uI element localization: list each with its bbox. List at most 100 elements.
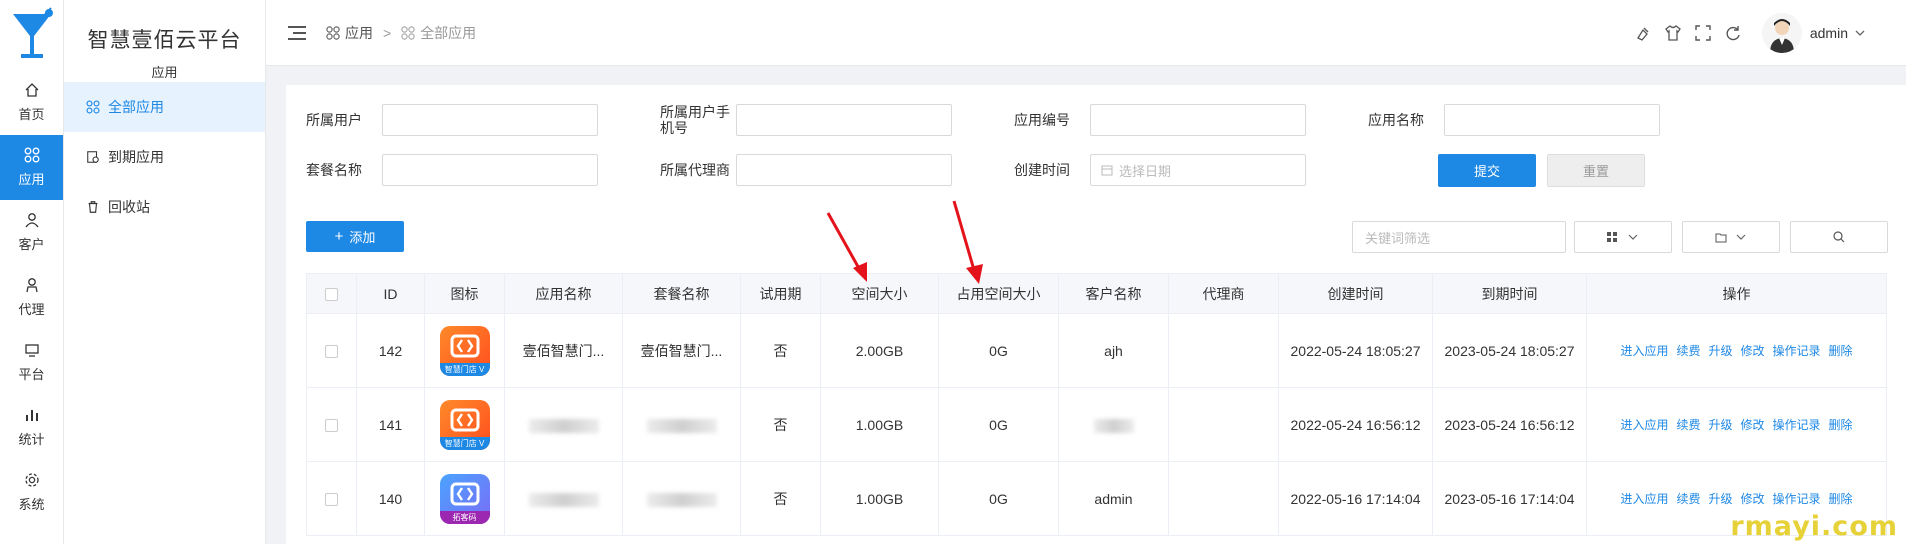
cell-app-name [504,387,623,462]
rail-item-label: 平台 [18,367,45,382]
date-picker-input[interactable]: 选择日期 [1090,154,1306,186]
col-app-name: 应用名称 [504,273,623,314]
table-row: 142 智慧门店 V 壹佰智慧门... 壹佰智慧门... 否 2.00GB 0G ajh 202… [306,313,1887,388]
action-link-2[interactable]: 升级 [1708,418,1732,432]
action-link-0[interactable]: 进入应用 [1620,344,1668,358]
owner-phone-input[interactable] [736,104,952,136]
cell-id: 141 [356,387,425,462]
action-link-1[interactable]: 续费 [1676,344,1700,358]
app-no-input[interactable] [1090,104,1306,136]
cell-space: 1.00GB [820,387,939,462]
shirt-icon[interactable] [1664,24,1682,42]
col-created[interactable]: 创建时间 [1278,273,1433,314]
gear-icon [24,473,39,487]
columns-dropdown-button[interactable] [1574,221,1672,253]
grid-icon [1607,232,1617,242]
cell-used-space: 0G [938,387,1059,462]
cell-id: 142 [356,313,425,388]
rail-item-4[interactable]: 平台 [0,330,63,395]
rail-item-0[interactable]: 首页 [0,70,63,135]
filter-row-2: 套餐名称 所属代理商 创建时间 选择日期 提交 重置 [286,152,1645,188]
apps-icon [401,25,415,40]
cell-space: 2.00GB [820,313,939,388]
col-id[interactable]: ID [356,273,425,314]
export-dropdown-button[interactable] [1682,221,1780,253]
action-link-3[interactable]: 修改 [1741,344,1765,358]
app-logo-icon: 智慧门店 V [439,399,490,450]
action-link-3[interactable]: 修改 [1741,418,1765,432]
plan-name-input[interactable] [382,154,598,186]
brush-icon[interactable] [1634,24,1652,42]
icon-rail: 首页 应用客户代理平台统计系统 [0,0,64,544]
redacted-block [528,418,599,433]
search-button[interactable] [1790,221,1888,253]
submit-button[interactable]: 提交 [1438,153,1536,187]
label-owner-user: 所属用户 [306,112,362,128]
sidebar-item-2[interactable]: 回收站 [64,182,265,232]
action-link-4[interactable]: 操作记录 [1773,418,1821,432]
user-avatar-icon [1761,13,1802,53]
owner-user-input[interactable] [382,104,598,136]
select-all-checkbox[interactable] [325,288,338,302]
chevron-down-icon[interactable] [1854,27,1866,39]
row-checkbox[interactable] [325,419,338,433]
username[interactable]: admin [1810,25,1848,41]
col-agent: 代理商 [1168,273,1279,314]
rail-item-label: 系统 [18,497,45,512]
sidebar-item-0[interactable]: 全部应用 [64,82,265,132]
rail-item-3[interactable]: 代理 [0,265,63,330]
action-link-2[interactable]: 升级 [1708,344,1732,358]
cell-text: 壹佰智慧门... [640,342,723,359]
app-name-input[interactable] [1444,104,1660,136]
col-trial: 试用期 [740,273,821,314]
breadcrumb-apps[interactable]: 应用 [345,23,373,43]
refresh-icon[interactable] [1724,24,1742,42]
action-link-2[interactable]: 升级 [1708,492,1732,506]
brand-title: 智慧壹佰云平台 [87,29,242,52]
label-created: 创建时间 [1014,162,1070,178]
app-icon-tag: 智慧门店 V [439,362,490,376]
avatar[interactable] [1761,13,1802,53]
table-header-row: ID 图标 应用名称 套餐名称 试用期 空间大小 占用空间大小 客户名称 代理商… [306,273,1887,314]
add-button-label: 添加 [349,230,376,245]
reset-button[interactable]: 重置 [1547,153,1645,187]
redacted-block [646,492,717,507]
action-link-3[interactable]: 修改 [1741,492,1765,506]
rail-item-1[interactable]: 应用 [0,135,63,200]
app-glyph-icon [450,334,479,357]
action-link-4[interactable]: 操作记录 [1773,344,1821,358]
menu-toggle-icon[interactable] [288,25,306,40]
cell-created: 2022-05-24 16:56:12 [1278,387,1433,462]
cell-used-space: 0G [938,461,1059,536]
sidebar-item-1[interactable]: 到期应用 [64,132,265,182]
fullscreen-icon[interactable] [1694,24,1712,42]
action-link-1[interactable]: 续费 [1676,492,1700,506]
cell-app-name [504,461,623,536]
rail-item-6[interactable]: 系统 [0,460,63,525]
action-link-4[interactable]: 操作记录 [1773,492,1821,506]
action-link-1[interactable]: 续费 [1676,418,1700,432]
action-link-5[interactable]: 删除 [1829,418,1853,432]
plus-icon: + [334,228,344,245]
cell-expires: 2023-05-24 16:56:12 [1432,387,1587,462]
agent-input[interactable] [736,154,952,186]
redacted-block [1093,418,1134,433]
col-expires[interactable]: 到期时间 [1432,273,1587,314]
app-logo-icon: 智慧门店 V [439,325,490,376]
cell-customer [1058,387,1169,462]
cell-icon: 拓客码 [424,461,505,536]
action-link-0[interactable]: 进入应用 [1620,492,1668,506]
action-link-0[interactable]: 进入应用 [1620,418,1668,432]
breadcrumb-separator: > [383,24,392,41]
row-checkbox[interactable] [325,493,338,507]
action-link-5[interactable]: 删除 [1829,492,1853,506]
rail-item-5[interactable]: 统计 [0,395,63,460]
rail-item-2[interactable]: 客户 [0,200,63,265]
add-button[interactable]: + 添加 [306,221,404,252]
row-checkbox[interactable] [325,345,338,359]
rail-item-label: 客户 [18,237,45,252]
action-link-5[interactable]: 删除 [1829,344,1853,358]
chevron-down-icon [1628,234,1638,240]
keyword-filter-input[interactable]: 关键词筛选 [1352,221,1566,253]
cell-actions: 进入应用 续费 升级 修改 操作记录 删除 [1586,313,1887,388]
